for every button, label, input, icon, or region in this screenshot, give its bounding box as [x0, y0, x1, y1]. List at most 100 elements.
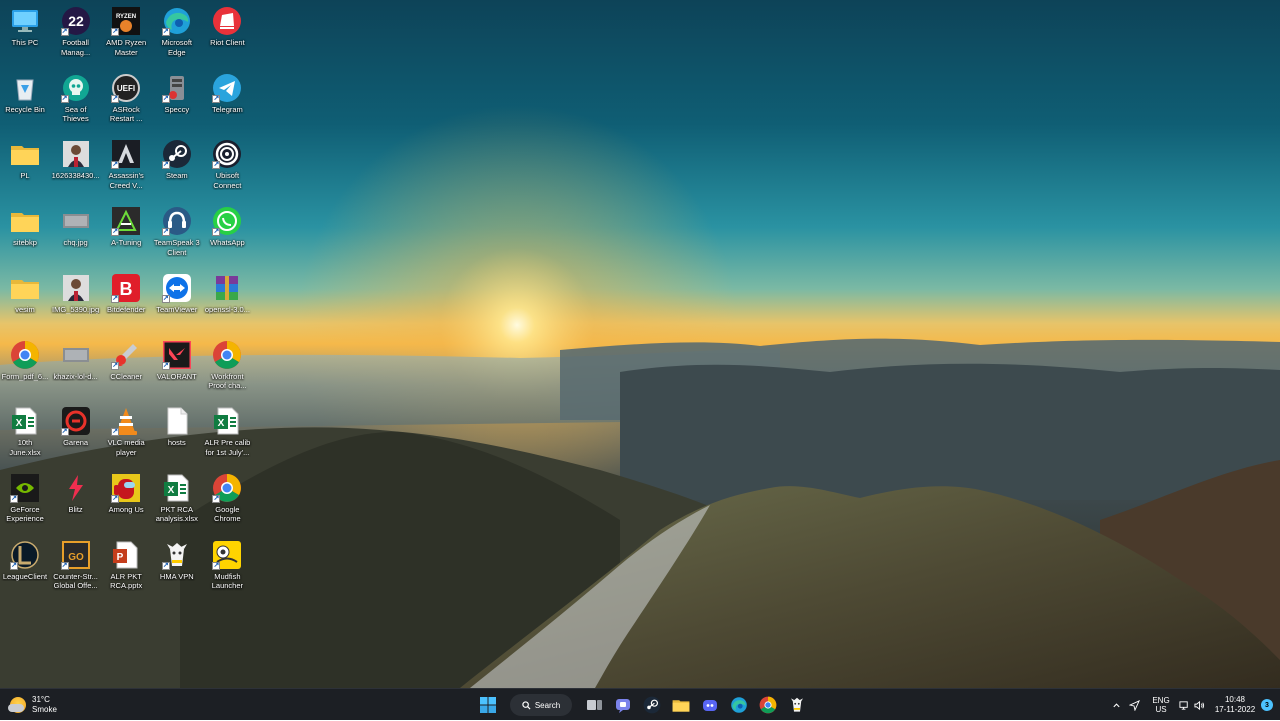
desktop-icon-chq-jpg[interactable]: chq.jpg — [51, 202, 101, 266]
desktop-icon-leagueclient[interactable]: ↗ LeagueClient — [0, 536, 50, 600]
desktop-icon-amd-ryzen[interactable]: RYZEN ↗ AMD Ryzen Master — [101, 2, 151, 66]
desktop-icon-garena[interactable]: ↗ Garena — [51, 402, 101, 466]
desktop-icon-label: chq.jpg — [63, 238, 88, 248]
ubisoft-icon-wrapper: ↗ — [212, 139, 242, 170]
ryzen-master-icon-wrapper: RYZEN ↗ — [111, 6, 141, 36]
desktop-icon-pkt-rca[interactable]: X PKT RCA analysis.xlsx — [152, 469, 202, 533]
desktop-icon-openssl-3-0[interactable]: openssl-3.0... — [202, 269, 252, 333]
desktop-icon-football[interactable]: 22 ↗ Football Manag... — [51, 2, 101, 66]
desktop-icon-google[interactable]: ↗ Google Chrome — [202, 469, 252, 533]
desktop-icon-asrock[interactable]: UEFI ↗ ASRock Restart ... — [101, 69, 151, 133]
desktop-icon-img-5390-jpg[interactable]: IMG_5390.jpg — [51, 269, 101, 333]
taskbar-app-file-explorer[interactable] — [669, 693, 693, 717]
desktop-icon-label: Blitz — [68, 504, 83, 514]
desktop-icon-label: TeamViewer — [156, 304, 198, 314]
desktop-icon-vesim[interactable]: vesim — [0, 269, 50, 333]
desktop-icon-teamviewer[interactable]: ↗ TeamViewer — [152, 269, 202, 333]
excel-icon-wrapper: X — [10, 406, 40, 436]
notification-badge[interactable]: 3 — [1261, 699, 1273, 711]
desktop-icon-geforce[interactable]: ↗ GeForce Experience — [0, 469, 50, 533]
desktop-icon-alr-pre-calib[interactable]: X ALR Pre calib for 1st July'... — [202, 402, 252, 466]
desktop-icon-among-us[interactable]: ↗ Among Us — [101, 469, 151, 533]
desktop-icon-steam[interactable]: ↗ Steam — [152, 135, 202, 199]
taskbar-app-discord[interactable] — [698, 693, 722, 717]
clock-button[interactable]: 10:48 17-11-2022 — [1213, 695, 1257, 715]
desktop-icon-khazix-lol-d[interactable]: khazix-lol-d... — [51, 336, 101, 400]
taskbar-app-steam[interactable] — [640, 693, 664, 717]
taskbar-app-teams-chat[interactable] — [611, 693, 635, 717]
mudfish-icon-wrapper: ↗ — [212, 540, 242, 570]
desktop-icon-label: Google Chrome — [214, 504, 241, 524]
image-file-icon-wrapper — [61, 340, 91, 370]
photo-icon — [62, 141, 89, 168]
desktop-icon-sitebkp[interactable]: sitebkp — [0, 202, 50, 266]
input-language-indicator[interactable]: ENG US — [1149, 696, 1173, 714]
desktop-icon-label: Bitdefender — [107, 304, 146, 314]
desktop-icon-this-pc[interactable]: This PC — [0, 2, 50, 66]
desktop-icon-label: Assassin's Creed V... — [108, 171, 144, 190]
desktop-icon-telegram[interactable]: ↗ Telegram — [202, 69, 252, 133]
desktop-icon-alr-pkt[interactable]: P ALR PKT RCA.pptx — [101, 536, 151, 600]
desktop-icon-mudfish[interactable]: ↗ Mudfish Launcher — [202, 536, 252, 600]
desktop-icon-hma-vpn[interactable]: ↗ HMA VPN — [152, 536, 202, 600]
desktop-icon-blitz[interactable]: Blitz — [51, 469, 101, 533]
location-arrow-icon — [1128, 699, 1140, 711]
taskbar-search-button[interactable]: Search — [510, 694, 572, 716]
vlc-icon-wrapper: ↗ — [111, 406, 141, 437]
svg-text:UEFI: UEFI — [117, 84, 135, 93]
riot-client-icon-wrapper — [212, 6, 242, 36]
svg-text:RYZEN: RYZEN — [116, 14, 136, 20]
desktop-icon-whatsapp[interactable]: ↗ WhatsApp — [202, 202, 252, 266]
folder-icon-wrapper — [10, 139, 40, 169]
image-file-icon-wrapper — [61, 206, 91, 236]
network-volume-button[interactable] — [1177, 700, 1207, 711]
desktop-icon-label: PKT RCA analysis.xlsx — [155, 504, 198, 524]
desktop-icon-ubisoft[interactable]: ↗ Ubisoft Connect — [202, 135, 252, 199]
desktop-icon-microsoft[interactable]: ↗ Microsoft Edge — [152, 2, 202, 66]
discord-icon — [703, 700, 717, 711]
desktop-icon-assassin-s[interactable]: ↗ Assassin's Creed V... — [101, 135, 151, 199]
shortcut-arrow-icon: ↗ — [60, 28, 69, 36]
bitdefender-icon-wrapper: B ↗ — [111, 273, 141, 303]
desktop-icon-hosts[interactable]: hosts — [152, 402, 202, 466]
start-button[interactable] — [476, 693, 500, 717]
shortcut-arrow-icon: ↗ — [212, 561, 221, 570]
folder-icon-wrapper — [10, 273, 40, 303]
pinned-apps — [582, 693, 809, 717]
desktop-icon-10th[interactable]: X 10th June.xlsx — [0, 402, 50, 466]
desktop-icon-recycle-bin[interactable]: Recycle Bin — [0, 69, 50, 133]
desktop-icon-workfront[interactable]: Workfront Proof cha... — [202, 336, 252, 400]
photo-icon — [62, 274, 89, 301]
desktop-icon-valorant[interactable]: ↗ VALORANT — [152, 336, 202, 400]
folder-icon-wrapper — [10, 206, 40, 236]
taskbar-app-task-view[interactable] — [582, 693, 606, 717]
desktop-icon-1626338430[interactable]: 1626338430... — [51, 135, 101, 199]
taskbar-app-chrome[interactable] — [756, 693, 780, 717]
shortcut-arrow-icon: ↗ — [60, 428, 69, 437]
show-hidden-icons-button[interactable] — [1109, 701, 1123, 710]
chrome-icon — [11, 340, 39, 369]
desktop-icon-vlc-media[interactable]: ↗ VLC media player — [101, 402, 151, 466]
desktop-icon-bitdefender[interactable]: B ↗ Bitdefender — [101, 269, 151, 333]
desktop-icon-speccy[interactable]: ↗ Speccy — [152, 69, 202, 133]
desktop-icon-form-pdf-6[interactable]: Form_pdf_6... — [0, 336, 50, 400]
desktop-icon-teamspeak-3[interactable]: ↗ TeamSpeak 3 Client — [152, 202, 202, 266]
desktop-icon-ccleaner[interactable]: ↗ CCleaner — [101, 336, 151, 400]
chrome-icon — [213, 340, 242, 369]
desktop-icon-label: AMD Ryzen Master — [106, 38, 147, 57]
speccy-icon-wrapper: ↗ — [161, 73, 192, 103]
desktop-icon-a-tuning[interactable]: ↗ A-Tuning — [101, 202, 151, 266]
desktop-icon-label: Steam — [165, 171, 188, 181]
desktop-icon-counter-str[interactable]: GO ↗ Counter-Str... Global Offe... — [51, 536, 101, 600]
weather-sun-haze-icon — [8, 697, 26, 713]
location-button[interactable] — [1123, 699, 1145, 711]
taskbar-app-edge[interactable] — [727, 693, 751, 717]
desktop-icon-riot-client[interactable]: Riot Client — [202, 2, 252, 66]
excel-icon-wrapper: X — [162, 473, 192, 503]
desktop-icon-pl[interactable]: PL — [0, 135, 50, 199]
recycle-bin-icon-wrapper — [10, 73, 40, 103]
taskbar-app-hma-vpn[interactable] — [785, 693, 809, 717]
edge-icon — [731, 697, 747, 713]
desktop-icon-sea-of[interactable]: ↗ Sea of Thieves — [51, 69, 101, 133]
weather-widget[interactable]: 31°C Smoke — [8, 693, 57, 717]
